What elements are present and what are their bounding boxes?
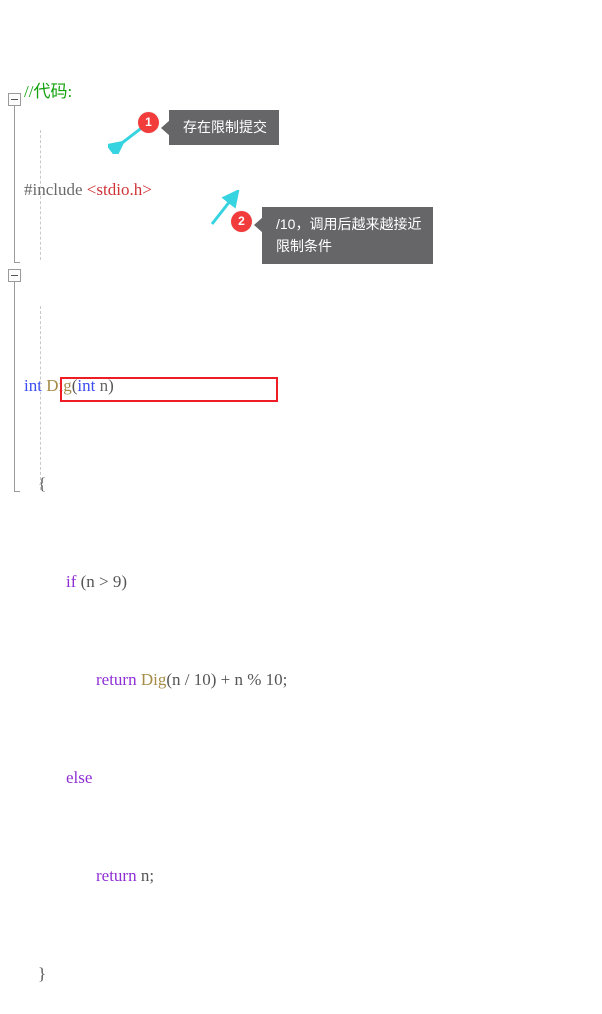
keyword-else: else	[66, 767, 93, 787]
keyword-return: return	[96, 865, 137, 885]
include-path-token: <stdio.h>	[86, 179, 152, 199]
keyword-return: return	[96, 669, 137, 689]
code-line-8: else	[0, 766, 602, 791]
return-value: n;	[136, 865, 155, 885]
annotation-badge-1[interactable]: 1	[138, 112, 159, 133]
code-editor-canvas: //代码: #include <stdio.h> int Dig(int n) …	[0, 0, 602, 983]
call-dig: Dig	[140, 669, 167, 689]
annotation-bubble-2: /10，调用后越来越接近 限制条件	[253, 207, 434, 264]
code-line-7: return Dig(n / 10) + n % 10;	[0, 668, 602, 693]
code-line-2: #include <stdio.h>	[0, 178, 602, 203]
code-line-10: }	[0, 962, 602, 987]
fold-rail-dig	[14, 106, 15, 262]
preprocessor-token: #include	[24, 179, 87, 199]
highlight-box-int-ret	[60, 377, 278, 402]
source-code[interactable]: //代码: #include <stdio.h> int Dig(int n) …	[0, 6, 602, 1014]
condition: (n > 9)	[80, 571, 128, 591]
fold-toggle-main[interactable]	[8, 269, 21, 282]
expression: (n / 10) + n % 10;	[166, 669, 288, 689]
indent-guide-main	[40, 306, 41, 490]
annotation-bubble-1: 存在限制提交	[161, 110, 279, 145]
brace-close: }	[38, 963, 47, 983]
code-line-6: if (n > 9)	[0, 570, 602, 595]
fold-foot-main	[14, 491, 20, 492]
comment-token: //代码:	[24, 81, 73, 101]
code-line-9: return n;	[0, 864, 602, 889]
fold-rail-main	[14, 282, 15, 491]
fold-foot-dig	[14, 262, 20, 263]
code-line-1: //代码:	[0, 80, 602, 105]
keyword-if: if	[66, 571, 77, 591]
indent-guide-dig	[40, 130, 41, 260]
annotation-badge-2[interactable]: 2	[231, 211, 252, 232]
fold-toggle-dig[interactable]	[8, 93, 21, 106]
code-line-5: {	[0, 472, 602, 497]
